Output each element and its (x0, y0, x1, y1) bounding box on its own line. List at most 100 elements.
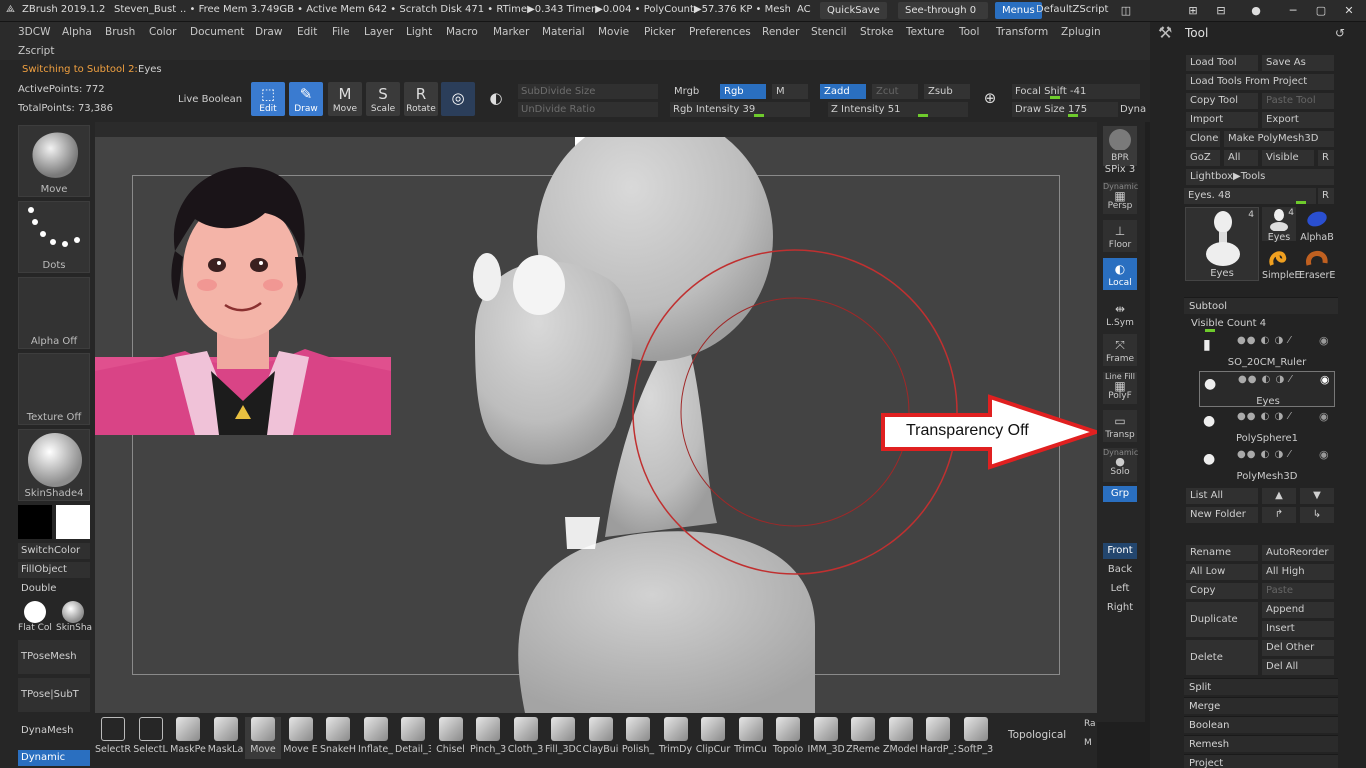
menu-alpha[interactable]: Alpha (62, 26, 92, 38)
lightbox-tools-button[interactable]: Lightbox▶Tools (1186, 169, 1334, 185)
tool-thumb-alphab[interactable]: AlphaB (1299, 207, 1335, 243)
zcut-button[interactable]: Zcut (872, 84, 918, 99)
subtool-item[interactable]: ● ●● ◐ ◑ ⁄ ◉ PolySphere1 (1199, 409, 1335, 445)
bpr-button[interactable]: BPR (1103, 126, 1137, 166)
top-scroll-strip[interactable] (95, 122, 1097, 137)
move-mode-button[interactable]: M Move (328, 82, 362, 116)
copy-tool-button[interactable]: Copy Tool (1186, 93, 1258, 109)
back-view-button[interactable]: Back (1103, 562, 1137, 578)
material-thumbnail[interactable]: SkinShade4 (18, 429, 90, 501)
brush-detail-3[interactable]: Detail_3 (395, 717, 431, 759)
rgb-button[interactable]: Rgb (720, 84, 766, 99)
brush-pinch-3[interactable]: Pinch_3 (470, 717, 506, 759)
minimize-icon[interactable]: ─ (1280, 2, 1306, 19)
menu-file[interactable]: File (332, 26, 350, 38)
subtool-toggle-icons[interactable]: ●● ◐ ◑ ⁄ (1237, 411, 1291, 422)
brush-imm-3d[interactable]: IMM_3D (808, 717, 844, 759)
brush-hardp-3[interactable]: HardP_3 (920, 717, 956, 759)
edit-mode-button[interactable]: ⬚ Edit (251, 82, 285, 116)
del-all-button[interactable]: Del All (1262, 659, 1334, 675)
tool-thumb-eyes[interactable]: 4 Eyes (1262, 207, 1296, 243)
eye-icon[interactable]: ◉ (1320, 373, 1330, 386)
tool-thumb-simplee[interactable]: SimpleE (1262, 245, 1300, 281)
close-icon[interactable]: ✕ (1336, 2, 1362, 19)
arrow-return-icon[interactable]: ↳ (1300, 507, 1334, 523)
menu-document[interactable]: Document (190, 26, 244, 38)
brush-selectl[interactable]: SelectL (133, 717, 169, 759)
brush-move-e[interactable]: Move E (283, 717, 319, 759)
visible-button[interactable]: Visible (1262, 150, 1314, 166)
import-button[interactable]: Import (1186, 112, 1258, 128)
brush-cloth-3[interactable]: Cloth_3 (508, 717, 544, 759)
menu-color[interactable]: Color (149, 26, 176, 38)
list-all-button[interactable]: List All (1186, 488, 1258, 504)
zsub-button[interactable]: Zsub (924, 84, 970, 99)
menu-light[interactable]: Light (406, 26, 432, 38)
tposemesh-button[interactable]: TPoseMesh (18, 640, 90, 674)
focal-shift-slider[interactable]: Focal Shift -41 (1012, 84, 1140, 99)
autoreorder-button[interactable]: AutoReorder (1262, 545, 1334, 561)
move-down-icon[interactable]: ▼ (1300, 488, 1334, 504)
local-button[interactable]: ◐ Local (1103, 258, 1137, 290)
default-zscript[interactable]: DefaultZScript (1036, 4, 1108, 15)
sculptris-pro-button[interactable]: ◐ (479, 82, 513, 116)
right-view-button[interactable]: Right (1103, 600, 1137, 616)
all-button[interactable]: All (1224, 150, 1258, 166)
canvas-viewport[interactable]: Transparency Off (95, 137, 1097, 713)
interface-layout-icon[interactable]: ◫ (1113, 2, 1139, 19)
visible-count-slider[interactable]: Visible Count 4 (1187, 316, 1327, 332)
menus-button[interactable]: Menus (995, 2, 1042, 19)
eye-icon[interactable]: ◉ (1319, 448, 1329, 461)
left-view-button[interactable]: Left (1103, 581, 1137, 597)
new-folder-button[interactable]: New Folder (1186, 507, 1258, 523)
brush-trimdy[interactable]: TrimDy (658, 717, 694, 759)
section-split[interactable]: Split (1184, 678, 1338, 695)
menu-edit[interactable]: Edit (297, 26, 317, 38)
goz-button[interactable]: GoZ (1186, 150, 1220, 166)
copy-button[interactable]: Copy (1186, 583, 1258, 599)
save-as-button[interactable]: Save As (1262, 55, 1334, 71)
primary-color-swatch[interactable] (18, 505, 52, 539)
menu-material[interactable]: Material (542, 26, 585, 38)
front-view-button[interactable]: Front (1103, 543, 1137, 559)
z-intensity-slider[interactable]: Z Intensity 51 (828, 102, 968, 117)
menu-preferences[interactable]: Preferences (689, 26, 751, 38)
quicksave-button[interactable]: QuickSave (820, 2, 887, 19)
sculptris-s-button[interactable]: ⊕ (975, 82, 1005, 116)
duplicate-button[interactable]: Duplicate (1186, 602, 1258, 637)
r-button[interactable]: R (1318, 150, 1334, 166)
menu-draw[interactable]: Draw (255, 26, 282, 38)
insert-button[interactable]: Insert (1262, 621, 1334, 637)
double-button[interactable]: Double (18, 581, 90, 597)
subtool-toggle-icons[interactable]: ●● ◐ ◑ ⁄ (1238, 374, 1292, 385)
brush-move[interactable]: Move (245, 717, 281, 759)
menu-macro[interactable]: Macro (446, 26, 478, 38)
brush-clipcur[interactable]: ClipCur (695, 717, 731, 759)
persp-button[interactable]: Dynamic ▦ Persp (1103, 182, 1138, 214)
brush-zreme[interactable]: ZReme (845, 717, 881, 759)
section-project[interactable]: Project (1184, 754, 1338, 768)
solo-button[interactable]: Dynamic ● Solo (1103, 448, 1138, 482)
brush-softp-3[interactable]: SoftP_3 (958, 717, 994, 759)
layout-icon[interactable]: ⊞ (1180, 2, 1206, 19)
brush-maskpe[interactable]: MaskPe (170, 717, 206, 759)
menu-3dcw[interactable]: 3DCW (18, 26, 50, 38)
load-tool-button[interactable]: Load Tool (1186, 55, 1258, 71)
mrgb-button[interactable]: Mrgb (670, 84, 703, 99)
tpose-subt-button[interactable]: TPose|SubT (18, 678, 90, 712)
see-through-slider[interactable]: See-through 0 (898, 2, 988, 19)
flat-color-button[interactable]: Flat Col (18, 600, 52, 634)
brush-topolo[interactable]: Topolo (770, 717, 806, 759)
brush-fill-3dc[interactable]: Fill_3DC (545, 717, 581, 759)
menu-stencil[interactable]: Stencil (811, 26, 847, 38)
spix-slider[interactable]: SPix 3 (1103, 162, 1137, 178)
section-remesh[interactable]: Remesh (1184, 735, 1338, 752)
switchcolor-button[interactable]: SwitchColor (18, 543, 90, 559)
eyes-slider[interactable]: Eyes. 48 (1184, 188, 1316, 204)
paste-button[interactable]: Paste (1262, 583, 1334, 599)
secondary-color-swatch[interactable] (56, 505, 90, 539)
dynamic-button[interactable]: Dynamic (18, 750, 90, 766)
eye-icon[interactable]: ◉ (1319, 334, 1329, 347)
texture-thumbnail[interactable]: Texture Off (18, 353, 90, 425)
brush-claybui[interactable]: ClayBui (583, 717, 619, 759)
